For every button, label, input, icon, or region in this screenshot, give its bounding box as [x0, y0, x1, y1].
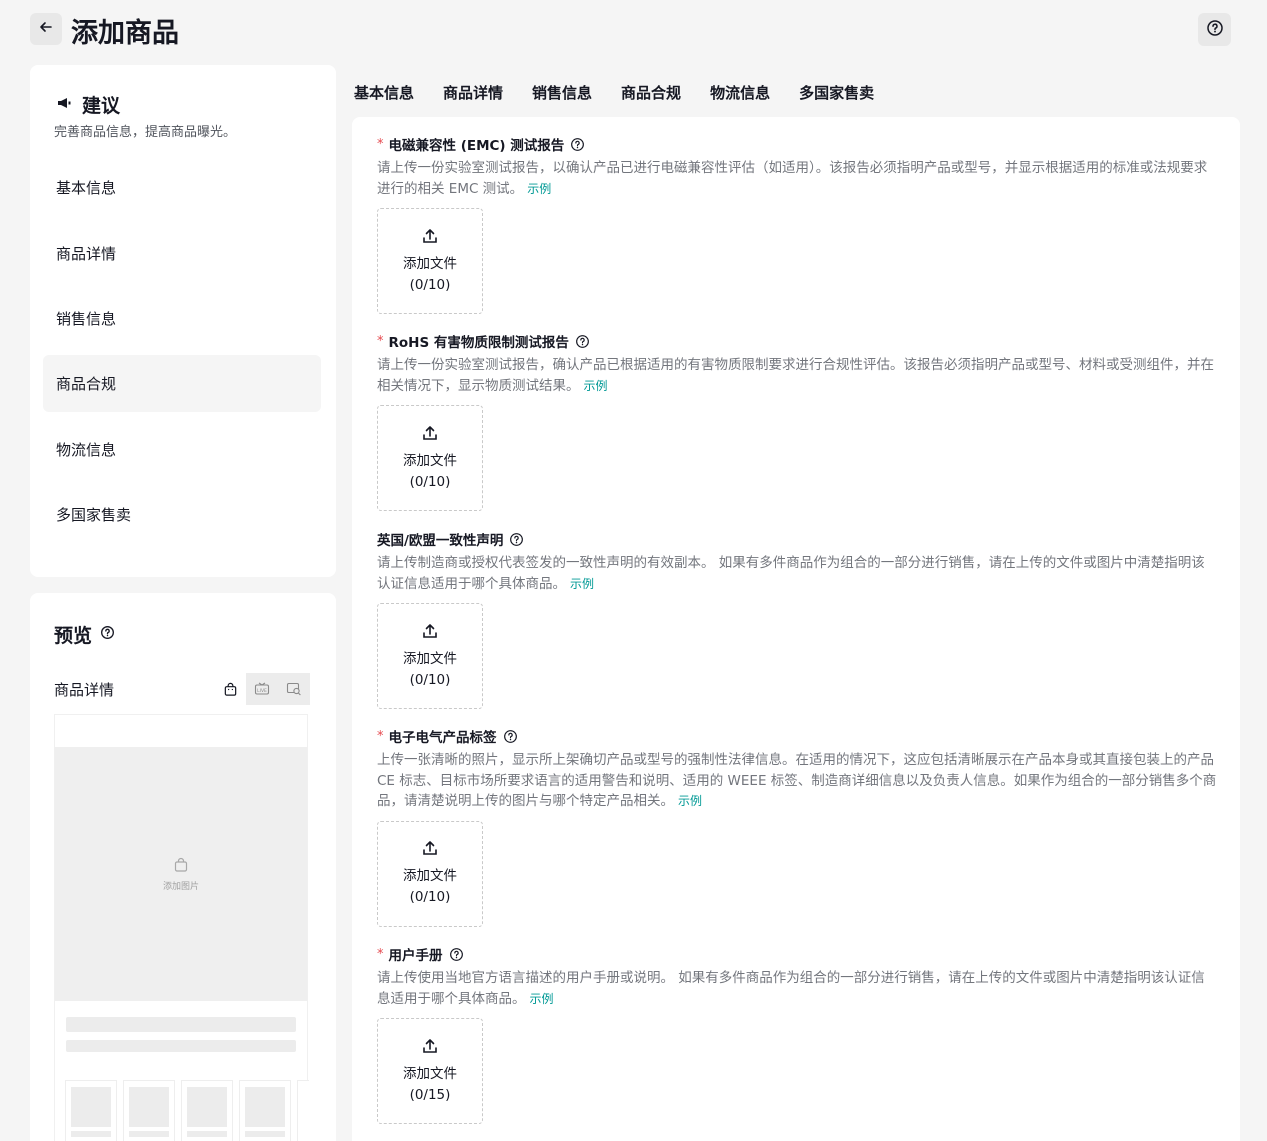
suggestion-title: 建议: [82, 95, 121, 117]
live-icon[interactable]: LIVE: [246, 673, 278, 705]
image-placeholder: 添加图片: [55, 747, 307, 1001]
field-description: 请上传一份实验室测试报告，确认产品已根据适用的有害物质限制要求进行合规性评估。该…: [377, 357, 1214, 394]
skeleton-line: [66, 1040, 296, 1052]
upload-file-button[interactable]: 添加文件 (0/10): [377, 405, 483, 511]
upload-count: (0/10): [409, 889, 451, 905]
upload-icon: [421, 424, 439, 446]
upload-label: 添加文件: [403, 255, 457, 272]
help-icon[interactable]: [503, 729, 518, 744]
help-button[interactable]: [1198, 13, 1231, 46]
required-mark: *: [377, 728, 384, 744]
field-description: 请上传一份实验室测试报告，以确认产品已进行电磁兼容性评估（如适用）。该报告必须指…: [377, 160, 1208, 197]
upload-file-button[interactable]: 添加文件 (0/10): [377, 208, 483, 314]
upload-file-button[interactable]: 添加文件 (0/15): [377, 1018, 483, 1124]
upload-file-button[interactable]: 添加文件 (0/10): [377, 603, 483, 709]
preview-panel: 预览 商品详情 LIVE 添加图片: [30, 593, 336, 1141]
tab-multi-country[interactable]: 多国家售卖: [799, 82, 874, 115]
preview-title: 预览: [54, 625, 93, 647]
suggestion-subtitle: 完善商品信息，提高商品曝光。: [54, 125, 237, 140]
shopping-bag-icon: [173, 857, 189, 877]
field-label: 电磁兼容性 (EMC) 测试报告: [388, 138, 565, 154]
sidebar-item-label: 多国家售卖: [56, 506, 132, 524]
field-label: 用户手册: [388, 948, 443, 964]
required-mark: *: [377, 136, 384, 152]
svg-text:LIVE: LIVE: [257, 688, 267, 694]
field-description: 请上传制造商或授权代表签发的一致性声明的有效副本。 如果有多件商品作为组合的一部…: [377, 555, 1205, 592]
sidebar-item-label: 物流信息: [56, 441, 117, 459]
example-link[interactable]: 示例: [678, 794, 702, 808]
thumbnail-placeholder: [239, 1080, 291, 1141]
field-label: 英国/欧盟一致性声明: [377, 533, 504, 549]
tab-basic-info[interactable]: 基本信息: [354, 82, 414, 115]
section-tabs: 基本信息 商品详情 销售信息 商品合规 物流信息 多国家售卖: [354, 82, 903, 119]
page-title: 添加商品: [71, 18, 179, 49]
sidebar-item-basic-info[interactable]: 基本信息: [43, 159, 321, 216]
upload-count: (0/10): [409, 473, 451, 490]
field-emc-report: * 电磁兼容性 (EMC) 测试报告 请上传一份实验室测试报告，以确认产品已进行…: [377, 134, 1217, 314]
preview-subtitle: 商品详情: [54, 681, 115, 699]
megaphone-icon: [56, 95, 72, 114]
help-icon: [1206, 19, 1224, 41]
example-link[interactable]: 示例: [527, 182, 551, 196]
example-link[interactable]: 示例: [584, 379, 608, 393]
thumbnail-placeholder: [123, 1080, 175, 1141]
thumbnail-placeholder: [181, 1080, 233, 1141]
field-description: 上传一张清晰的照片，显示所上架确切产品或型号的强制性法律信息。在适用的情况下，这…: [377, 752, 1217, 809]
field-rohs-report: * RoHS 有害物质限制测试报告 请上传一份实验室测试报告，确认产品已根据适用…: [377, 331, 1217, 511]
sidebar-item-label: 商品详情: [56, 245, 117, 263]
upload-icon: [421, 1037, 439, 1059]
upload-file-button[interactable]: 添加文件 (0/10): [377, 820, 483, 927]
upload-count: (0/10): [409, 276, 451, 293]
upload-label: 添加文件: [403, 1065, 457, 1082]
search-preview-icon[interactable]: [278, 673, 310, 705]
phone-preview: 添加图片: [54, 714, 309, 1141]
field-description: 请上传使用当地官方语言描述的用户手册或说明。 如果有多件商品作为组合的一部分进行…: [377, 970, 1205, 1007]
back-button[interactable]: [30, 13, 62, 45]
help-icon[interactable]: [575, 334, 590, 349]
sidebar-item-sales-info[interactable]: 销售信息: [43, 290, 321, 347]
field-declaration-of-conformity: 英国/欧盟一致性声明 请上传制造商或授权代表签发的一致性声明的有效副本。 如果有…: [377, 529, 1217, 709]
shopping-bag-icon[interactable]: [214, 673, 246, 705]
sidebar-item-label: 销售信息: [56, 310, 117, 328]
thumbnail-placeholder: [297, 1080, 309, 1141]
field-electrical-product-label: * 电子电气产品标签 上传一张清晰的照片，显示所上架确切产品或型号的强制性法律信…: [377, 726, 1217, 927]
upload-label: 添加文件: [403, 452, 457, 469]
suggestion-panel: 建议 完善商品信息，提高商品曝光。 基本信息 商品详情 销售信息 商品合规 物流…: [30, 65, 336, 577]
upload-count: (0/10): [409, 671, 451, 688]
image-placeholder-label: 添加图片: [162, 881, 199, 892]
required-mark: *: [377, 946, 384, 962]
arrow-left-icon: [38, 19, 54, 39]
tab-sales-info[interactable]: 销售信息: [532, 82, 592, 115]
tab-logistics[interactable]: 物流信息: [710, 82, 770, 115]
field-label: 电子电气产品标签: [388, 730, 497, 746]
sidebar-item-label: 基本信息: [56, 179, 117, 197]
example-link[interactable]: 示例: [530, 992, 554, 1006]
field-label: RoHS 有害物质限制测试报告: [388, 335, 569, 351]
example-link[interactable]: 示例: [570, 577, 594, 591]
sidebar-item-product-details[interactable]: 商品详情: [43, 225, 321, 282]
upload-count: (0/15): [409, 1086, 451, 1103]
thumbnail-placeholder: [65, 1080, 117, 1141]
help-icon[interactable]: [449, 947, 464, 962]
sidebar-item-label: 商品合规: [56, 375, 117, 393]
upload-label: 添加文件: [403, 868, 457, 884]
help-icon[interactable]: [100, 625, 115, 644]
skeleton-line: [66, 1017, 296, 1032]
tab-compliance[interactable]: 商品合规: [621, 82, 682, 119]
help-icon[interactable]: [509, 532, 524, 547]
sidebar-item-multi-country[interactable]: 多国家售卖: [43, 486, 321, 543]
upload-icon: [421, 227, 439, 249]
compliance-form: * 电磁兼容性 (EMC) 测试报告 请上传一份实验室测试报告，以确认产品已进行…: [352, 117, 1240, 1141]
tab-product-details[interactable]: 商品详情: [443, 82, 503, 115]
sidebar-item-compliance[interactable]: 商品合规: [43, 355, 321, 412]
upload-icon: [421, 839, 439, 861]
help-icon[interactable]: [570, 137, 585, 152]
required-mark: *: [377, 333, 384, 349]
upload-icon: [421, 622, 439, 644]
upload-label: 添加文件: [403, 650, 457, 667]
sidebar-item-logistics[interactable]: 物流信息: [43, 421, 321, 478]
field-user-manual: * 用户手册 请上传使用当地官方语言描述的用户手册或说明。 如果有多件商品作为组…: [377, 944, 1217, 1124]
